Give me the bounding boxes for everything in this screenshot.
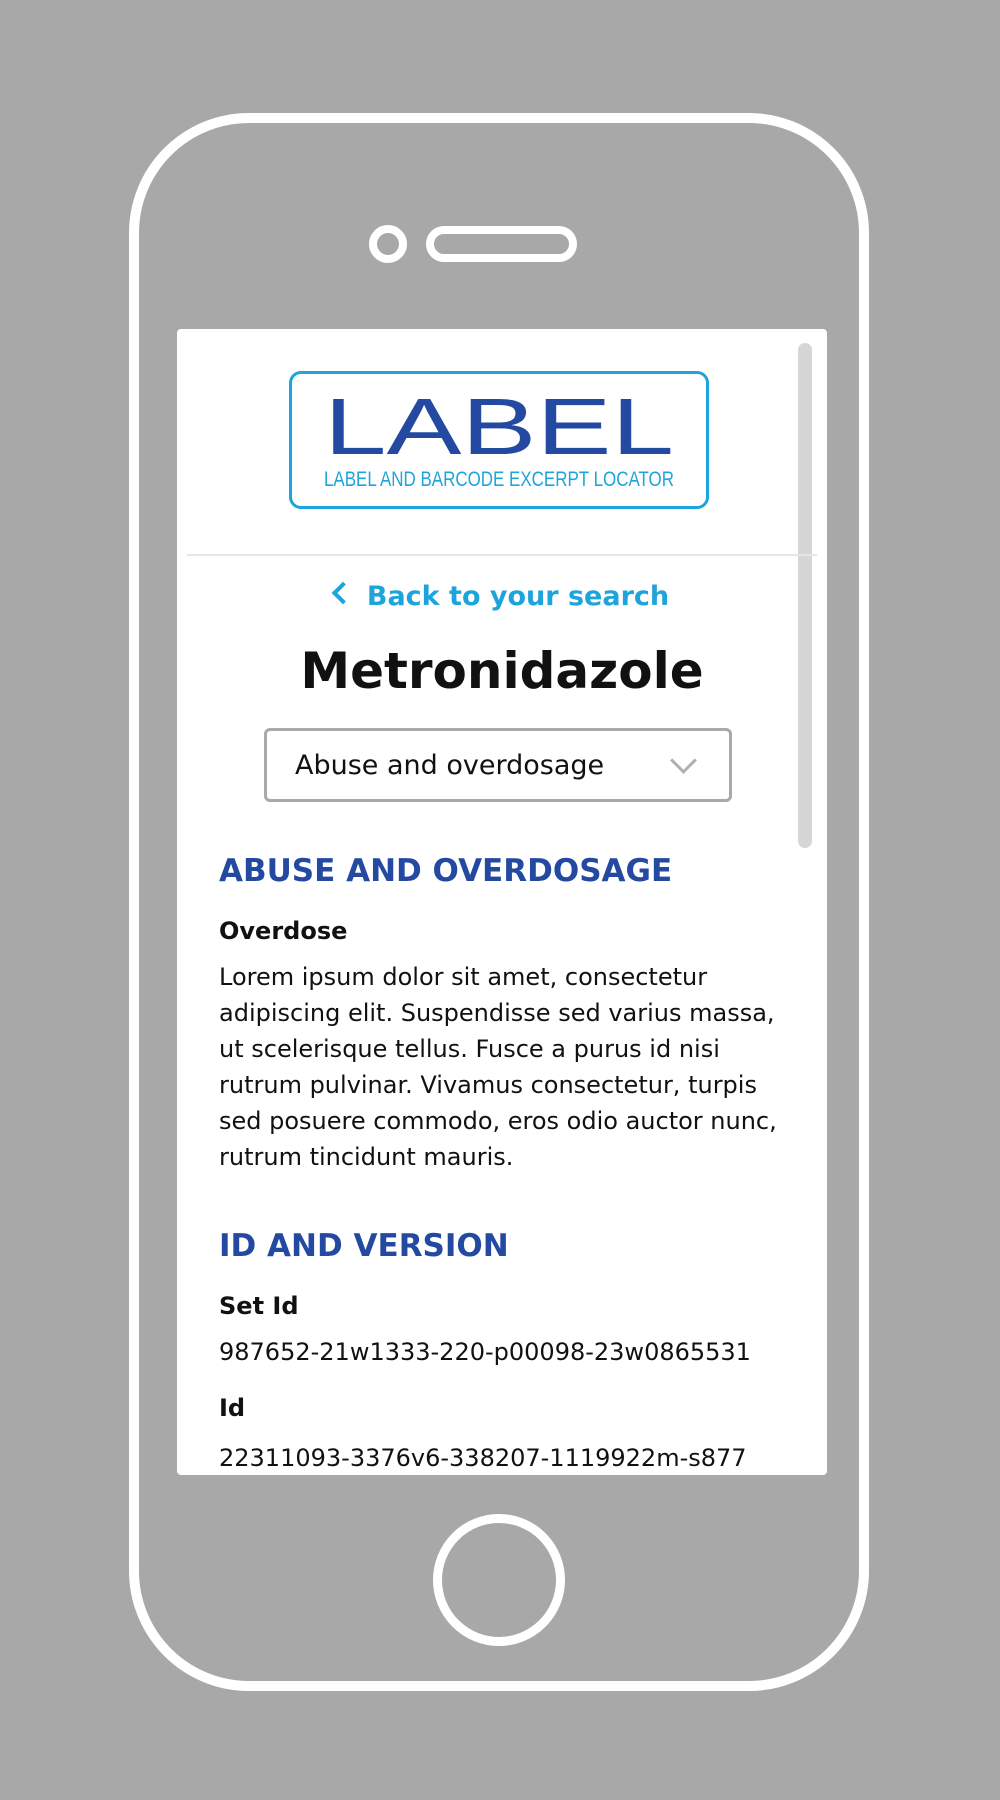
speaker-grille	[426, 226, 577, 262]
app-screen: LABEL LABEL AND BARCODE EXCERPT LOCATOR …	[177, 329, 827, 1475]
set-id-value: 987652-21w1333-220-p00098-23w0865531	[219, 1338, 751, 1366]
logo-graphic: LABEL LABEL AND BARCODE EXCERPT LOCATOR	[324, 382, 674, 491]
home-button[interactable]	[433, 1514, 565, 1646]
camera-icon	[369, 225, 407, 263]
logo-wordmark: LABEL	[324, 382, 674, 471]
page-title: Metronidazole	[300, 642, 704, 700]
id-value: 22311093-3376v6-338207-1119922m-s877	[219, 1444, 747, 1472]
set-id-label: Set Id	[219, 1292, 299, 1320]
chevron-down-icon	[670, 747, 697, 774]
subheading-overdose: Overdose	[219, 917, 348, 945]
section-heading-abuse: ABUSE AND OVERDOSAGE	[219, 853, 673, 889]
logo-tagline: LABEL AND BARCODE EXCERPT LOCATOR	[324, 468, 674, 491]
section-heading-id-version: ID AND VERSION	[219, 1228, 509, 1264]
overdose-text: Lorem ipsum dolor sit amet, consectetur …	[219, 963, 777, 1171]
chevron-left-icon	[331, 581, 355, 605]
back-to-search-link[interactable]: Back to your search	[177, 581, 827, 612]
back-link-label: Back to your search	[366, 581, 670, 612]
header-divider	[187, 554, 817, 556]
id-label: Id	[219, 1394, 246, 1422]
section-select[interactable]: Abuse and overdosage	[264, 728, 732, 802]
label-logo[interactable]: LABEL LABEL AND BARCODE EXCERPT LOCATOR	[289, 371, 709, 509]
section-select-value: Abuse and overdosage	[295, 750, 605, 781]
